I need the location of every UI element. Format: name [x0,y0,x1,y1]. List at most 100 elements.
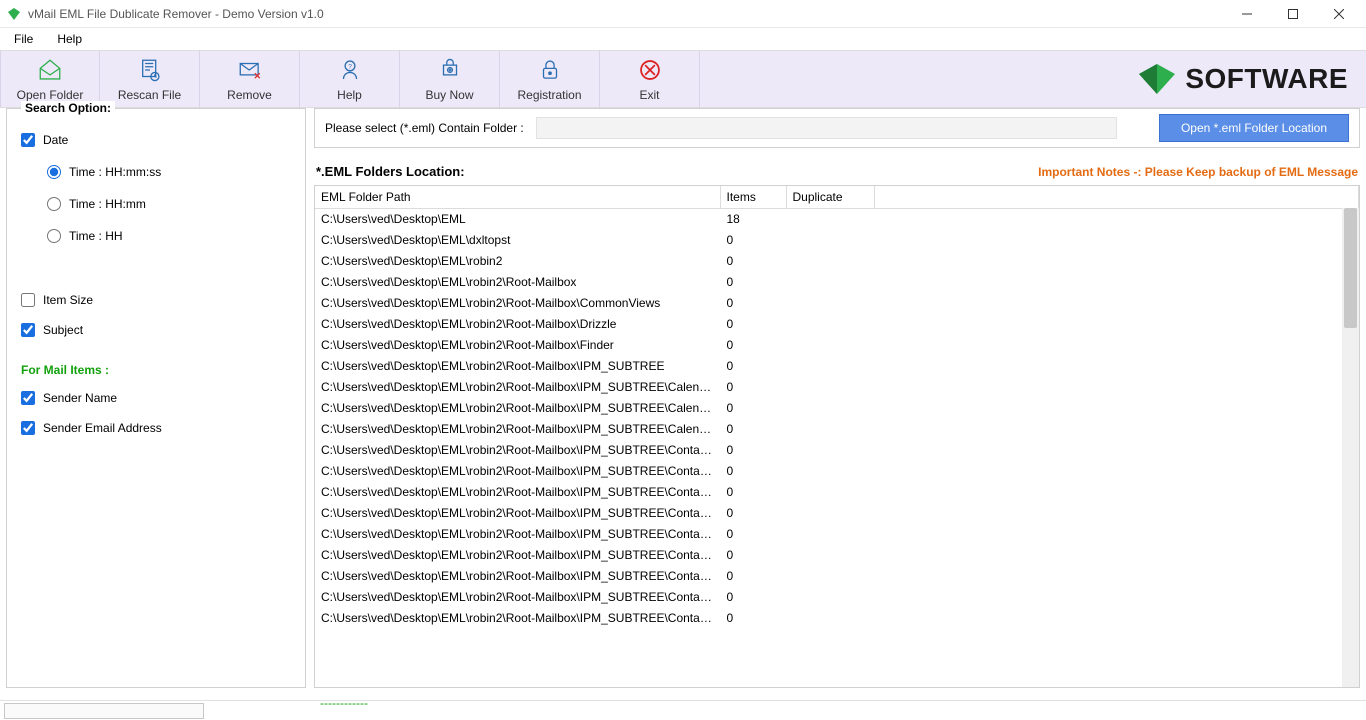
cell-path: C:\Users\ved\Desktop\EML\robin2\Root-Mai… [315,314,720,335]
cell-path: C:\Users\ved\Desktop\EML\robin2\Root-Mai… [315,482,720,503]
cell-items: 0 [720,377,786,398]
table-row[interactable]: C:\Users\ved\Desktop\EML\robin20 [315,251,1359,272]
brand-logo: SOFTWARE [1137,51,1366,107]
cell-duplicate [786,461,874,482]
cell-items: 0 [720,230,786,251]
cart-icon [437,57,463,86]
cell-items: 0 [720,419,786,440]
important-note: Important Notes -: Please Keep backup of… [1038,165,1358,179]
sender-name-checkbox[interactable]: Sender Name [21,391,291,405]
toolbar-label: Buy Now [425,88,473,102]
table-row[interactable]: C:\Users\ved\Desktop\EML\robin2\Root-Mai… [315,335,1359,356]
cell-items: 0 [720,314,786,335]
table-row[interactable]: C:\Users\ved\Desktop\EML\robin2\Root-Mai… [315,503,1359,524]
cell-duplicate [786,482,874,503]
registration-button[interactable]: Registration [500,51,600,107]
cell-items: 0 [720,566,786,587]
cell-path: C:\Users\ved\Desktop\EML\robin2\Root-Mai… [315,398,720,419]
col-path[interactable]: EML Folder Path [315,186,720,209]
cell-spacer [874,503,1359,524]
menu-help[interactable]: Help [51,30,88,48]
cell-spacer [874,209,1359,230]
table-row[interactable]: C:\Users\ved\Desktop\EML\robin2\Root-Mai… [315,314,1359,335]
table-row[interactable]: C:\Users\ved\Desktop\EML\robin2\Root-Mai… [315,419,1359,440]
cell-spacer [874,587,1359,608]
time-hhmmss-radio[interactable]: Time : HH:mm:ss [47,165,291,179]
cell-duplicate [786,608,874,629]
table-row[interactable]: C:\Users\ved\Desktop\EML\robin2\Root-Mai… [315,461,1359,482]
remove-button[interactable]: Remove [200,51,300,107]
cell-spacer [874,230,1359,251]
cell-duplicate [786,524,874,545]
table-row[interactable]: C:\Users\ved\Desktop\EML\robin2\Root-Mai… [315,398,1359,419]
maximize-button[interactable] [1270,0,1316,28]
table-row[interactable]: C:\Users\ved\Desktop\EML\robin2\Root-Mai… [315,482,1359,503]
open-eml-folder-button[interactable]: Open *.eml Folder Location [1159,114,1349,142]
menu-file[interactable]: File [8,30,39,48]
vertical-scrollbar[interactable] [1342,208,1359,687]
table-row[interactable]: C:\Users\ved\Desktop\EML\robin2\Root-Mai… [315,293,1359,314]
time-hhmmss-input[interactable] [47,165,61,179]
toolbar-label: Exit [639,88,659,102]
remove-mail-icon [237,57,263,86]
table-row[interactable]: C:\Users\ved\Desktop\EML\robin2\Root-Mai… [315,587,1359,608]
buy-now-button[interactable]: Buy Now [400,51,500,107]
cell-spacer [874,566,1359,587]
table-row[interactable]: C:\Users\ved\Desktop\EML\robin2\Root-Mai… [315,545,1359,566]
subject-checkbox[interactable]: Subject [21,323,291,337]
col-duplicate[interactable]: Duplicate [786,186,874,209]
col-items[interactable]: Items [720,186,786,209]
close-button[interactable] [1316,0,1362,28]
item-size-checkbox-input[interactable] [21,293,35,307]
sender-email-checkbox-input[interactable] [21,421,35,435]
cell-items: 0 [720,398,786,419]
cell-items: 0 [720,251,786,272]
table-row[interactable]: C:\Users\ved\Desktop\EML\dxltopst0 [315,230,1359,251]
help-button[interactable]: ? Help [300,51,400,107]
cell-duplicate [786,503,874,524]
table-row[interactable]: C:\Users\ved\Desktop\EML\robin2\Root-Mai… [315,566,1359,587]
item-size-checkbox[interactable]: Item Size [21,293,291,307]
time-hhmm-radio[interactable]: Time : HH:mm [47,197,291,211]
lock-icon [537,57,563,86]
cell-duplicate [786,293,874,314]
cell-path: C:\Users\ved\Desktop\EML\robin2\Root-Mai… [315,503,720,524]
sender-email-checkbox[interactable]: Sender Email Address [21,421,291,435]
date-checkbox-input[interactable] [21,133,35,147]
cell-items: 0 [720,545,786,566]
checkbox-label: Date [43,133,68,147]
cell-duplicate [786,314,874,335]
cell-spacer [874,356,1359,377]
rescan-file-button[interactable]: Rescan File [100,51,200,107]
folders-table-wrap: EML Folder Path Items Duplicate C:\Users… [314,185,1360,688]
rescan-icon [137,57,163,86]
time-hh-input[interactable] [47,229,61,243]
table-row[interactable]: C:\Users\ved\Desktop\EML\robin2\Root-Mai… [315,377,1359,398]
sender-name-checkbox-input[interactable] [21,391,35,405]
cell-spacer [874,524,1359,545]
folder-path-input[interactable] [536,117,1117,139]
menubar: File Help [0,28,1366,50]
date-checkbox[interactable]: Date [21,133,291,147]
table-row[interactable]: C:\Users\ved\Desktop\EML18 [315,209,1359,230]
table-row[interactable]: C:\Users\ved\Desktop\EML\robin2\Root-Mai… [315,608,1359,629]
cell-path: C:\Users\ved\Desktop\EML\robin2\Root-Mai… [315,545,720,566]
open-folder-button[interactable]: Open Folder [0,51,100,107]
minimize-button[interactable] [1224,0,1270,28]
table-row[interactable]: C:\Users\ved\Desktop\EML\robin2\Root-Mai… [315,524,1359,545]
brand-text: SOFTWARE [1185,63,1348,95]
subject-checkbox-input[interactable] [21,323,35,337]
cell-spacer [874,272,1359,293]
cell-spacer [874,461,1359,482]
table-row[interactable]: C:\Users\ved\Desktop\EML\robin2\Root-Mai… [315,440,1359,461]
table-row[interactable]: C:\Users\ved\Desktop\EML\robin2\Root-Mai… [315,272,1359,293]
table-row[interactable]: C:\Users\ved\Desktop\EML\robin2\Root-Mai… [315,356,1359,377]
cell-duplicate [786,398,874,419]
cell-items: 0 [720,461,786,482]
time-hhmm-input[interactable] [47,197,61,211]
cell-items: 18 [720,209,786,230]
exit-button[interactable]: Exit [600,51,700,107]
time-hh-radio[interactable]: Time : HH [47,229,291,243]
scrollbar-thumb[interactable] [1344,208,1357,328]
statusbar-cell [4,703,204,719]
